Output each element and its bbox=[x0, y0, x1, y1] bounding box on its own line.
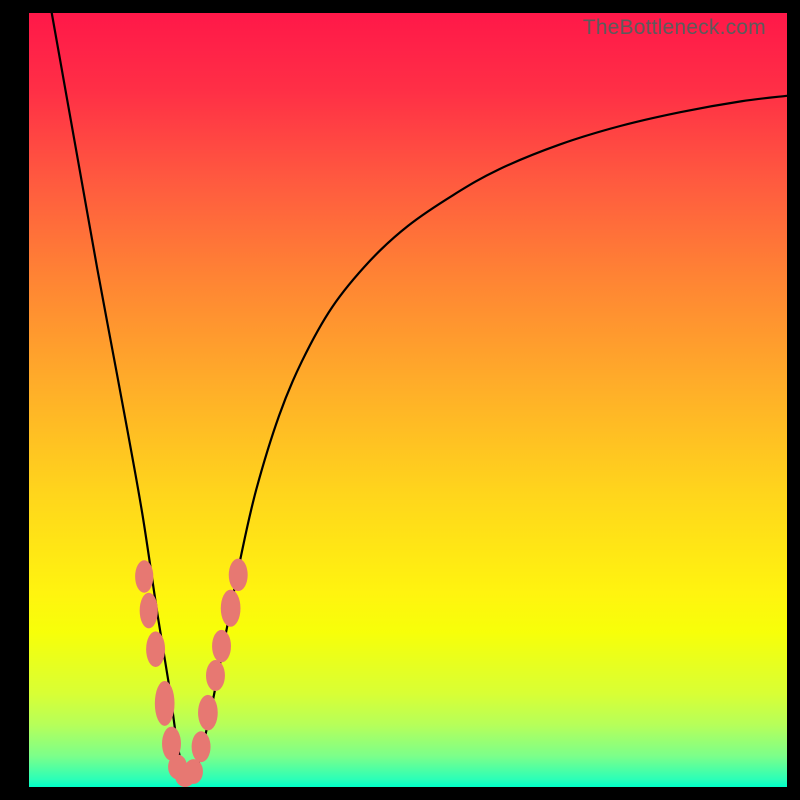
plot-area bbox=[29, 13, 787, 787]
data-marker bbox=[221, 590, 241, 627]
data-marker bbox=[192, 731, 211, 762]
watermark-text: TheBottleneck.com bbox=[583, 16, 766, 40]
data-marker bbox=[212, 630, 231, 663]
data-marker bbox=[155, 681, 175, 726]
chart-frame: TheBottleneck.com bbox=[0, 0, 800, 800]
chart-svg bbox=[29, 13, 787, 787]
data-marker bbox=[198, 695, 218, 731]
data-marker bbox=[229, 559, 248, 592]
data-marker bbox=[184, 759, 203, 784]
data-marker bbox=[206, 660, 225, 691]
bottleneck-curve bbox=[52, 13, 787, 777]
marker-group bbox=[135, 559, 248, 787]
data-marker bbox=[135, 560, 153, 593]
data-marker bbox=[140, 593, 158, 629]
data-marker bbox=[146, 631, 165, 667]
